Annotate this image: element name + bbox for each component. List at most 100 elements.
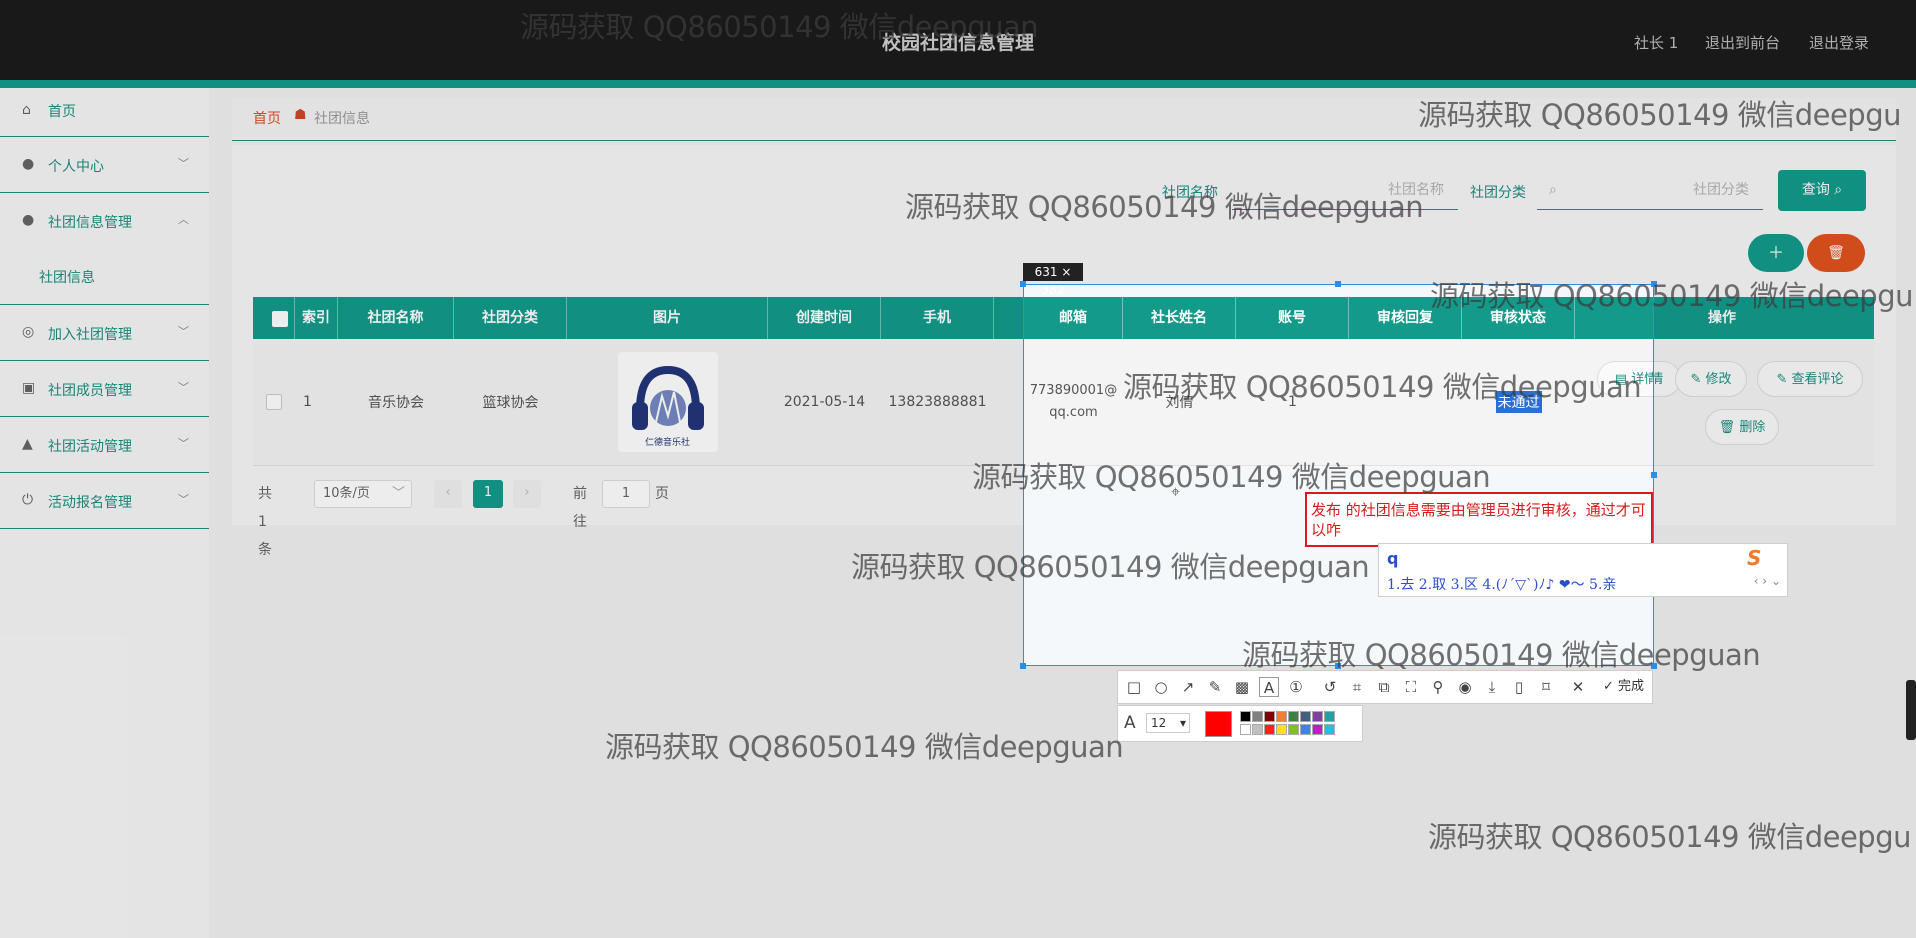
sidebar: ⌂ 首页 ● 个人中心 ﹀ ● 社团信息管理 ︿ 社团信息 ◎ 加入社团管理 ﹀… bbox=[0, 88, 209, 938]
ocr-icon[interactable]: ⌗ bbox=[1347, 677, 1367, 697]
color-swatch[interactable] bbox=[1288, 724, 1299, 735]
home-icon: ☗ bbox=[294, 107, 307, 123]
capture-region[interactable]: 邮箱 社长姓名 账号 审核回复 审核状态 773890001@qq.com 刘倩… bbox=[1023, 284, 1654, 666]
sidebar-item-label: 首页 bbox=[48, 104, 76, 120]
club-category-input[interactable] bbox=[1537, 170, 1763, 210]
edit-icon: ✎ bbox=[1690, 372, 1706, 387]
color-swatch[interactable] bbox=[1276, 724, 1287, 735]
club-logo-image[interactable]: 仁德音乐社 bbox=[617, 352, 718, 452]
chevron-down-icon: ﹀ bbox=[178, 325, 189, 338]
rectangle-tool-icon[interactable]: □ bbox=[1124, 677, 1144, 697]
breadcrumb-current: 社团信息 bbox=[314, 111, 370, 127]
color-swatch[interactable] bbox=[1312, 724, 1323, 735]
color-swatch[interactable] bbox=[1312, 711, 1323, 722]
arrow-tool-icon[interactable]: ↗ bbox=[1178, 677, 1198, 697]
logout-link[interactable]: 退出登录 bbox=[1809, 32, 1869, 53]
prev-page-button[interactable]: ‹ bbox=[434, 480, 462, 508]
chevron-down-icon: ﹀ bbox=[178, 157, 189, 170]
club-name-input[interactable] bbox=[1232, 170, 1458, 210]
text-annotation-box[interactable]: 发布 的社团信息需要由管理员进行审核，通过才可以咋 bbox=[1305, 492, 1653, 547]
sidebar-item-club-info-management[interactable]: ● 社团信息管理 ︿ bbox=[0, 193, 209, 249]
select-all-checkbox[interactable] bbox=[272, 311, 288, 327]
capture-resize-handle[interactable] bbox=[1335, 281, 1341, 287]
caret-down-icon: ▾ bbox=[1179, 716, 1186, 730]
mosaic-tool-icon[interactable]: ▩ bbox=[1232, 677, 1252, 697]
sidebar-item-registration-management[interactable]: ⏻ 活动报名管理 ﹀ bbox=[0, 473, 209, 529]
color-swatch[interactable] bbox=[1288, 711, 1299, 722]
add-button[interactable]: ＋ bbox=[1748, 234, 1804, 272]
font-size-select[interactable]: 12 ▾ bbox=[1146, 713, 1190, 733]
query-button[interactable]: 查询 ⌕ bbox=[1778, 170, 1866, 211]
record-icon[interactable]: ◉ bbox=[1455, 677, 1475, 697]
color-swatch[interactable] bbox=[1324, 711, 1335, 722]
watermark-text: 源码获取 QQ86050149 微信deepgu bbox=[1428, 820, 1911, 854]
row-checkbox[interactable] bbox=[266, 394, 282, 410]
color-swatch[interactable] bbox=[1252, 724, 1263, 735]
sidebar-item-personal-center[interactable]: ● 个人中心 ﹀ bbox=[0, 137, 209, 193]
breadcrumb-home[interactable]: 首页 bbox=[253, 108, 281, 128]
pin-icon[interactable]: ⚲ bbox=[1428, 677, 1448, 697]
phone-icon[interactable]: ▯ bbox=[1509, 677, 1529, 697]
page-size-select[interactable]: 10条/页 ﹀ bbox=[314, 480, 412, 508]
back-to-frontend-link[interactable]: 退出到前台 bbox=[1705, 32, 1780, 53]
edit-button[interactable]: ✎ 修改 bbox=[1675, 361, 1747, 397]
window-edge-tab bbox=[1906, 680, 1916, 740]
color-swatch[interactable] bbox=[1300, 724, 1311, 735]
color-swatch[interactable] bbox=[1240, 711, 1251, 722]
sidebar-subitem-club-info[interactable]: 社团信息 bbox=[0, 249, 209, 305]
color-swatch[interactable] bbox=[1276, 711, 1287, 722]
sidebar-item-home[interactable]: ⌂ 首页 bbox=[0, 88, 209, 137]
capture-resize-handle[interactable] bbox=[1335, 663, 1341, 669]
detail-icon: ▤ bbox=[1614, 372, 1632, 387]
ime-candidates: 1.去 2.取 3.区 4.(ﾉ´▽`)ﾉ♪ ❤～ 5.亲 bbox=[1387, 577, 1617, 593]
page-number-current[interactable]: 1 bbox=[473, 480, 503, 508]
delete-button[interactable]: 🗑 删除 bbox=[1705, 409, 1779, 445]
text-tool-icon[interactable]: A bbox=[1259, 677, 1279, 697]
long-screenshot-icon[interactable]: ⛶ bbox=[1401, 677, 1421, 697]
trash-icon: 🗑 bbox=[1718, 420, 1740, 435]
sidebar-item-member-management[interactable]: ▣ 社团成员管理 ﹀ bbox=[0, 361, 209, 417]
download-icon[interactable]: ⤓ bbox=[1482, 677, 1502, 697]
bookmark-icon[interactable]: ⌑ bbox=[1536, 677, 1556, 697]
color-swatch[interactable] bbox=[1300, 711, 1311, 722]
current-color-swatch[interactable] bbox=[1205, 711, 1232, 737]
goto-page-input[interactable]: 1 bbox=[602, 480, 650, 508]
capture-resize-handle[interactable] bbox=[1651, 472, 1657, 478]
view-comments-button[interactable]: ✎ 查看评论 bbox=[1757, 361, 1863, 397]
club-name-label: 社团名称 bbox=[1162, 185, 1218, 201]
number-tool-icon[interactable]: ① bbox=[1286, 677, 1306, 697]
capture-toolbar: □ ○ ↗ ✎ ▩ A ① ↺ ⌗ ⧉ ⛶ ⚲ ◉ ⤓ ▯ ⌑ ✕ ✓ 完成 bbox=[1117, 670, 1653, 704]
close-icon[interactable]: ✕ bbox=[1568, 677, 1588, 697]
ellipse-tool-icon[interactable]: ○ bbox=[1151, 677, 1171, 697]
capture-resize-handle[interactable] bbox=[1651, 281, 1657, 287]
done-button[interactable]: ✓ 完成 bbox=[1603, 677, 1644, 697]
pen-tool-icon[interactable]: ✎ bbox=[1205, 677, 1225, 697]
chevron-left-icon: ‹ bbox=[445, 485, 451, 500]
color-swatch[interactable] bbox=[1252, 711, 1263, 722]
next-page-button[interactable]: › bbox=[513, 480, 541, 508]
target-icon: ◎ bbox=[22, 324, 35, 340]
color-swatch[interactable] bbox=[1324, 724, 1335, 735]
color-swatch[interactable] bbox=[1264, 711, 1275, 722]
sidebar-item-activity-management[interactable]: ▲ 社团活动管理 ﹀ bbox=[0, 417, 209, 473]
power-icon: ⏻ bbox=[22, 492, 34, 508]
capture-resize-handle[interactable] bbox=[1651, 663, 1657, 669]
translate-icon[interactable]: ⧉ bbox=[1374, 677, 1394, 697]
club-category-label: 社团分类 bbox=[1470, 185, 1526, 201]
capture-size-label: 631 × 382 bbox=[1023, 263, 1083, 297]
sidebar-item-join-club-management[interactable]: ◎ 加入社团管理 ﹀ bbox=[0, 305, 209, 361]
sidebar-item-label: 社团成员管理 bbox=[48, 383, 132, 399]
detail-button[interactable]: ▤ 详情 bbox=[1597, 361, 1653, 397]
user-link[interactable]: 社长 1 bbox=[1634, 32, 1678, 53]
capture-resize-handle[interactable] bbox=[1020, 663, 1026, 669]
color-swatch[interactable] bbox=[1264, 724, 1275, 735]
batch-delete-button[interactable]: 🗑 bbox=[1807, 234, 1865, 272]
column-header: 账号 bbox=[1236, 297, 1349, 339]
cell-created-date: 2021-05-14 bbox=[783, 394, 866, 410]
ime-candidate-window[interactable]: q 1.去 2.取 3.区 4.(ﾉ´▽`)ﾉ♪ ❤～ 5.亲 S ‹ › ⌄ bbox=[1378, 543, 1788, 597]
undo-icon[interactable]: ↺ bbox=[1320, 677, 1340, 697]
capture-resize-handle[interactable] bbox=[1020, 281, 1026, 287]
ime-page-arrows-icon[interactable]: ‹ › ⌄ bbox=[1754, 574, 1781, 588]
color-swatch[interactable] bbox=[1240, 724, 1251, 735]
delete-label: 删除 bbox=[1739, 420, 1766, 435]
